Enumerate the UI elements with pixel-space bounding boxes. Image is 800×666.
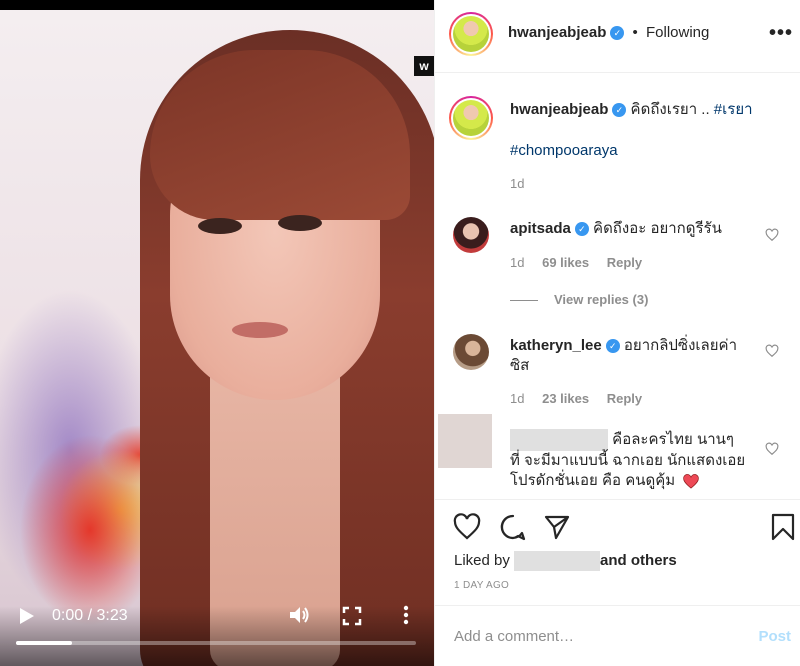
comment-icon[interactable]	[499, 513, 527, 541]
comments-section[interactable]: hwanjeabjeab ✓ คิดถึงเรยา .. #เรยา #chomp…	[435, 74, 800, 499]
redacted-avatar	[438, 414, 492, 468]
video-watermark: w	[414, 56, 434, 76]
video-frame[interactable]	[0, 10, 434, 666]
comment-body-continued: ที่ จะมีมาแบบนี้ ฉากเอย นักแสดงเอย	[510, 452, 746, 469]
comment-body: คือละครไทย นานๆ	[612, 430, 734, 448]
comment-likes[interactable]: 69 likes	[542, 255, 589, 270]
liked-by-prefix: Liked by	[454, 552, 510, 569]
redacted-username	[510, 429, 608, 451]
like-icon[interactable]	[453, 513, 481, 541]
comment-like-icon[interactable]	[765, 344, 779, 358]
post-timestamp: 1 DAY AGO	[454, 580, 510, 591]
caption-text: hwanjeabjeab ✓ คิดถึงเรยา .. #เรยา	[510, 100, 790, 120]
more-options-icon[interactable]: •••	[769, 23, 793, 43]
verified-badge-icon: ✓	[610, 26, 625, 41]
comment-body-continued: ซิส	[510, 357, 530, 374]
liked-by-summary: Liked by and others	[454, 551, 677, 572]
red-heart-emoji-icon	[683, 473, 699, 489]
header-name-row: hwanjeabjeab ✓ • Following	[508, 23, 709, 43]
redacted-liker	[514, 551, 601, 572]
author-username[interactable]: hwanjeabjeab	[508, 24, 606, 41]
caption-avatar[interactable]	[449, 96, 493, 140]
video-subject-eye	[198, 218, 242, 234]
video-top-bar	[0, 0, 434, 10]
comment-text: apitsada ✓ คิดถึงอะ อยากดูรีรัน	[510, 219, 760, 239]
reply-button[interactable]: Reply	[607, 391, 642, 406]
comment-meta: 1d 23 likes Reply	[510, 391, 656, 406]
play-icon[interactable]	[16, 606, 36, 626]
caption-username[interactable]: hwanjeabjeab	[510, 101, 608, 118]
save-bookmark-icon[interactable]	[769, 513, 797, 541]
comment-time: 1d	[510, 391, 525, 406]
comment-body-continued: โปรดักชั่นเอย คือ คนดูคุ้ม	[510, 472, 676, 489]
video-progress-fill	[16, 641, 72, 645]
hashtag-link[interactable]: #เรยา	[714, 101, 753, 118]
add-comment-bar: Add a comment… Post	[435, 605, 800, 666]
video-time: 0:00 / 3:23	[52, 607, 128, 624]
video-subject-eye	[278, 215, 322, 231]
video-progress-bar[interactable]	[16, 641, 416, 645]
comment-body: คิดถึงอะ อยากดูรีรัน	[593, 220, 722, 237]
video-subject-bangs	[150, 50, 410, 220]
video-more-options-icon[interactable]	[396, 604, 416, 626]
view-replies-button[interactable]: View replies (3)	[510, 292, 648, 307]
liked-by-others[interactable]: and others	[600, 552, 677, 569]
comment-likes[interactable]: 23 likes	[542, 391, 589, 406]
hashtag-link[interactable]: #chompooaraya	[510, 141, 618, 161]
verified-badge-icon: ✓	[612, 103, 627, 118]
author-avatar[interactable]	[449, 12, 493, 56]
post-header: hwanjeabjeab ✓ • Following •••	[435, 0, 800, 73]
following-button[interactable]: Following	[646, 24, 709, 41]
comment-meta: 1d 69 likes Reply	[510, 255, 656, 270]
share-icon[interactable]	[543, 513, 571, 541]
commenter-username[interactable]: katheryn_lee	[510, 337, 602, 354]
header-separator: •	[632, 24, 638, 41]
comment-time: 1d	[510, 255, 525, 270]
video-subject-lips	[232, 322, 288, 338]
reply-button[interactable]: Reply	[607, 255, 642, 270]
caption-time: 1d	[510, 176, 525, 191]
volume-icon[interactable]	[288, 604, 310, 626]
commenter-avatar[interactable]	[453, 217, 489, 253]
caption-body: คิดถึงเรยา ..	[630, 101, 714, 118]
post-comment-button[interactable]: Post	[758, 628, 791, 645]
view-replies-label[interactable]: View replies (3)	[554, 292, 648, 307]
comment-text: katheryn_lee ✓ อยากลิปซิ่งเลยค่า ซิส	[510, 336, 760, 376]
verified-badge-icon: ✓	[605, 339, 620, 354]
fullscreen-icon[interactable]	[342, 606, 362, 626]
video-player[interactable]: w 0:00 / 3:23	[0, 0, 434, 666]
verified-badge-icon: ✓	[574, 222, 589, 237]
post-panel: hwanjeabjeab ✓ • Following ••• hwanjeabje…	[434, 0, 800, 666]
add-comment-input[interactable]: Add a comment…	[454, 628, 574, 645]
commenter-avatar[interactable]	[453, 334, 489, 370]
commenter-username[interactable]: apitsada	[510, 220, 571, 237]
comment-text: คือละครไทย นานๆ ที่ จะมีมาแบบนี้ ฉากเอย …	[510, 429, 775, 491]
comment-like-icon[interactable]	[765, 228, 779, 242]
comment-body: อยากลิปซิ่งเลยค่า	[623, 337, 737, 354]
comment-like-icon[interactable]	[765, 442, 779, 456]
